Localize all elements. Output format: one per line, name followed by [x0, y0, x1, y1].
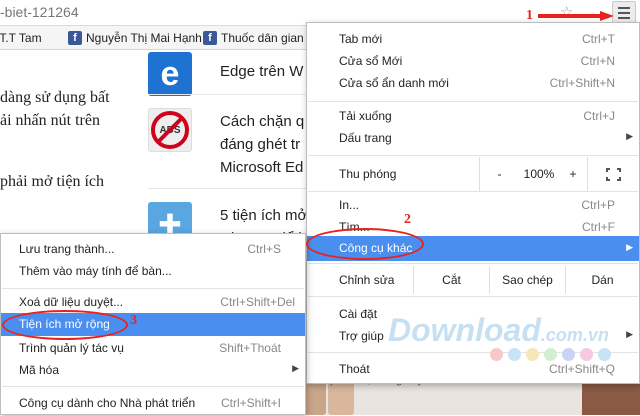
annotation-circle-more-tools — [306, 228, 424, 260]
facebook-icon: f — [68, 31, 82, 45]
menu-item-label: Thu phóng — [339, 167, 397, 181]
menu-item-add-to-desktop[interactable]: Thêm vào máy tính để bàn... — [1, 260, 305, 284]
menu-item-shortcut: Ctrl+Shift+Del — [220, 295, 295, 309]
menu-item-label: Trình quản lý tác vụ — [19, 341, 124, 355]
bookmark-item[interactable]: f Thuốc dân gian ch — [203, 31, 320, 45]
news-title[interactable]: Microsoft Ed — [220, 156, 303, 179]
menu-item-developer-tools[interactable]: Công cụ dành cho Nhà phát triển Ctrl+Shi… — [1, 392, 305, 416]
copy-button[interactable]: Sao chép — [489, 266, 565, 294]
no-ads-icon: ADS — [151, 111, 189, 149]
bookmark-item[interactable]: f Nguyễn Thị Mai Hạnh — [68, 31, 202, 45]
news-title[interactable]: 5 tiện ích mở — [220, 204, 307, 227]
news-title[interactable]: đáng ghét tr — [220, 133, 300, 156]
menu-item-incognito-window[interactable]: Cửa sổ ẩn danh mới Ctrl+Shift+N — [307, 72, 639, 96]
annotation-arrow-icon — [538, 11, 614, 21]
watermark-dots — [490, 348, 611, 361]
menu-item-label: Xoá dữ liệu duyệt... — [19, 295, 124, 309]
menu-item-new-window[interactable]: Cửa sổ Mới Ctrl+N — [307, 50, 639, 74]
annotation-circle-extensions — [2, 310, 128, 340]
menu-item-label: Công cụ dành cho Nhà phát triển — [19, 396, 196, 410]
divider — [148, 94, 308, 95]
menu-item-save-page[interactable]: Lưu trang thành... Ctrl+S — [1, 238, 305, 262]
annotation-step-2: 2 — [404, 212, 411, 227]
menu-separator — [2, 288, 304, 289]
submenu-arrow-icon: ▶ — [626, 242, 633, 252]
menu-item-shortcut: Ctrl+J — [583, 109, 615, 123]
menu-separator — [308, 191, 638, 192]
article-line: ải nhấn nút trên — [0, 112, 100, 129]
menu-item-shortcut: Ctrl+N — [580, 54, 615, 68]
bookmark-item[interactable]: .T.T Tam — [0, 31, 42, 45]
menu-item-label: Thoát — [339, 362, 370, 376]
menu-item-label: Cửa sổ Mới — [339, 54, 403, 68]
article-line: dàng sử dụng bất — [0, 89, 110, 106]
menu-item-label: Thêm vào máy tính để bàn... — [19, 264, 172, 278]
edge-icon: e — [160, 54, 180, 93]
bookmark-label: Thuốc dân gian ch — [221, 31, 320, 45]
menu-separator — [308, 101, 638, 102]
menu-item-label: Trợ giúp — [339, 329, 384, 343]
download-watermark: Download.com.vn — [388, 312, 609, 348]
zoom-in-button[interactable]: + — [559, 157, 587, 191]
menu-item-shortcut: Ctrl+F — [582, 220, 615, 234]
url-text: -biet-121264 — [0, 4, 79, 20]
divider — [148, 188, 308, 189]
menu-separator — [308, 263, 638, 264]
menu-item-shortcut: Ctrl+Shift+Q — [548, 362, 615, 376]
menu-item-label: Lưu trang thành... — [19, 242, 115, 256]
edge-logo-thumbnail[interactable]: e — [148, 52, 192, 96]
submenu-arrow-icon: ▶ — [626, 329, 633, 339]
annotation-step-1: 1 — [526, 8, 533, 23]
menu-item-label: In... — [339, 198, 360, 212]
menu-item-shortcut: Ctrl+T — [582, 32, 615, 46]
article-line: phải mở tiện ích — [0, 173, 104, 190]
menu-item-downloads[interactable]: Tải xuống Ctrl+J — [307, 105, 639, 129]
menu-item-shortcut: Ctrl+Shift+N — [549, 76, 615, 90]
menu-item-label: Cài đặt — [339, 307, 378, 321]
menu-item-zoom: Thu phóng - 100% + — [307, 157, 639, 191]
paste-button[interactable]: Dán — [565, 266, 639, 294]
menu-separator — [308, 155, 638, 156]
zoom-level: 100% — [523, 167, 555, 181]
menu-item-bookmarks[interactable]: Dấu trang ▶ — [307, 127, 639, 151]
menu-item-label: Dấu trang — [339, 131, 392, 145]
menu-separator — [308, 296, 638, 297]
cut-button[interactable]: Cắt — [413, 266, 489, 294]
menu-item-label: Tải xuống — [339, 109, 392, 123]
bookmark-label: Nguyễn Thị Mai Hạnh — [86, 31, 202, 45]
annotation-step-3: 3 — [130, 313, 137, 328]
menu-item-label: Mã hóa — [19, 363, 60, 377]
facebook-icon: f — [203, 31, 217, 45]
no-ads-thumbnail[interactable]: ADS — [148, 108, 192, 152]
menu-item-new-tab[interactable]: Tab mới Ctrl+T — [307, 28, 639, 52]
menu-item-exit[interactable]: Thoát Ctrl+Shift+Q — [307, 358, 639, 382]
news-title[interactable]: Cách chặn q — [220, 110, 304, 133]
menu-item-task-manager[interactable]: Trình quản lý tác vụ Shift+Thoát — [1, 337, 305, 361]
menu-item-edit: Chỉnh sửa Cắt Sao chép Dán — [307, 266, 639, 294]
menu-item-shortcut: Ctrl+S — [247, 242, 281, 256]
menu-item-label: Tab mới — [339, 32, 383, 46]
bookmark-label: .T.T Tam — [0, 31, 42, 45]
news-title[interactable]: Edge trên W — [220, 60, 303, 83]
fullscreen-button[interactable] — [587, 157, 639, 191]
hamburger-icon — [618, 7, 630, 9]
menu-item-label: Cửa sổ ẩn danh mới — [339, 76, 449, 90]
fullscreen-icon — [606, 167, 621, 181]
menu-item-label: Chỉnh sửa — [339, 273, 395, 287]
menu-item-shortcut: Ctrl+P — [581, 198, 615, 212]
submenu-arrow-icon: ▶ — [292, 363, 299, 373]
menu-item-encoding[interactable]: Mã hóa ▶ — [1, 359, 305, 383]
menu-item-shortcut: Shift+Thoát — [219, 341, 281, 355]
menu-item-shortcut: Ctrl+Shift+I — [220, 396, 281, 410]
menu-item-print[interactable]: In... Ctrl+P — [307, 194, 639, 218]
menu-separator — [2, 386, 304, 387]
zoom-out-button[interactable]: - — [479, 157, 519, 191]
submenu-arrow-icon: ▶ — [626, 131, 633, 141]
